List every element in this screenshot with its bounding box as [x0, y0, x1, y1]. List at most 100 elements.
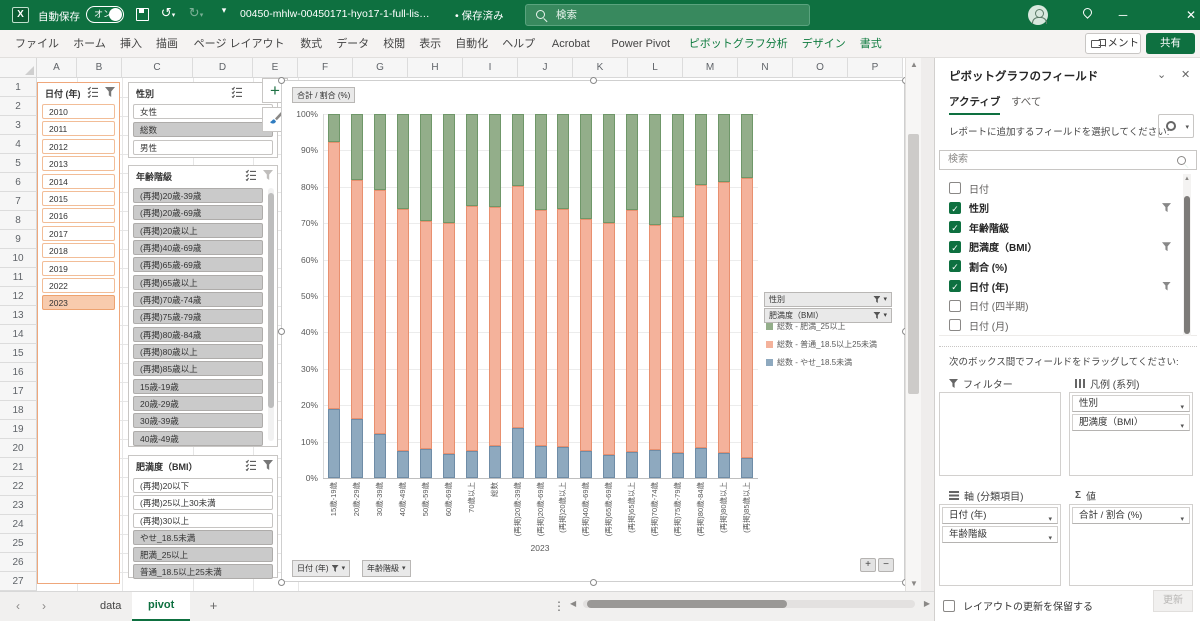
bar-segment[interactable]	[374, 114, 386, 190]
slicer-item-(再掲)20歳以上[interactable]: (再掲)20歳以上	[133, 223, 263, 238]
multiselect-icon[interactable]	[87, 86, 99, 98]
bar-segment[interactable]	[603, 114, 615, 223]
tab-active[interactable]: アクティブ	[949, 94, 1000, 115]
axis-area-box[interactable]: 日付 (年)▾年齢階級▾	[939, 504, 1061, 586]
slicer-age-scrollbar[interactable]	[268, 188, 274, 441]
select-all-corner[interactable]	[0, 58, 37, 78]
slicer-gender[interactable]: 性別 女性総数男性	[128, 82, 278, 158]
scroll-up-icon[interactable]: ▲	[1183, 174, 1191, 184]
selection-handle[interactable]	[590, 579, 597, 586]
update-button[interactable]: 更新	[1153, 590, 1193, 612]
restore-button[interactable]	[1140, 0, 1174, 30]
bar-segment[interactable]	[397, 451, 409, 478]
column-header-O[interactable]: O	[793, 58, 848, 78]
slicer-item-2017[interactable]: 2017	[42, 226, 115, 241]
slicer-item-2019[interactable]: 2019	[42, 261, 115, 276]
row-header-18[interactable]: 18	[0, 401, 37, 420]
defer-checkbox[interactable]	[943, 600, 955, 612]
customize-toolbar-icon[interactable]: ▾	[214, 5, 234, 16]
scroll-left-icon[interactable]: ◀	[570, 599, 576, 608]
autosave-toggle[interactable]: オン	[86, 6, 124, 23]
share-button[interactable]: 共有	[1146, 33, 1195, 54]
comments-button[interactable]: コメント	[1085, 33, 1141, 54]
save-icon[interactable]	[136, 8, 149, 21]
slicer-age[interactable]: 年齢階級 (再掲)20歳-39歳(再掲)20歳-69歳(再掲)20歳以上(再掲)…	[128, 165, 278, 447]
slicer-item-2022[interactable]: 2022	[42, 278, 115, 293]
column-header-C[interactable]: C	[122, 58, 193, 78]
bar-segment[interactable]	[535, 114, 547, 210]
row-header-15[interactable]: 15	[0, 344, 37, 363]
slicer-item-(再掲)40歳-69歳[interactable]: (再掲)40歳-69歳	[133, 240, 263, 255]
legend-area-box[interactable]: 性別▾肥満度（BMI）▾	[1069, 392, 1193, 476]
bar-segment[interactable]	[397, 209, 409, 451]
column-header-A[interactable]: A	[37, 58, 77, 78]
bar-segment[interactable]	[580, 219, 592, 452]
bar-segment[interactable]	[512, 114, 524, 186]
row-header-17[interactable]: 17	[0, 382, 37, 401]
bar-segment[interactable]	[420, 114, 432, 221]
slicer-item-2015[interactable]: 2015	[42, 191, 115, 206]
ribbon-tab-表示[interactable]: 表示	[414, 30, 446, 58]
pivot-chart[interactable]: 合計 / 割合 (%) 0%10%20%30%40%50%60%70%80%90…	[281, 80, 905, 582]
field-checkbox[interactable]: ✓	[949, 202, 961, 214]
value-field-button[interactable]: 合計 / 割合 (%)	[292, 87, 355, 103]
dropdown-icon[interactable]: ▾	[1048, 531, 1052, 546]
column-header-F[interactable]: F	[298, 58, 353, 78]
bar-segment[interactable]	[741, 114, 753, 178]
slicer-item-(再掲)75歳-79歳[interactable]: (再掲)75歳-79歳	[133, 309, 263, 324]
row-header-14[interactable]: 14	[0, 325, 37, 344]
bar-segment[interactable]	[420, 449, 432, 478]
filters-area-box[interactable]	[939, 392, 1061, 476]
ribbon-tab-データ[interactable]: データ	[331, 30, 374, 58]
filter-icon[interactable]	[1162, 203, 1171, 212]
slicer-item-(再掲)80歳以上[interactable]: (再掲)80歳以上	[133, 344, 263, 359]
field-row-日付 (四半期)[interactable]: 日付 (四半期)	[939, 296, 1179, 316]
slicer-date-year[interactable]: 日付 (年) ✕ 2010201120122013201420152016201…	[37, 82, 120, 584]
bar-segment[interactable]	[374, 434, 386, 478]
row-header-1[interactable]: 1	[0, 78, 37, 97]
bar-segment[interactable]	[466, 114, 478, 206]
bar-segment[interactable]	[512, 186, 524, 428]
bar-segment[interactable]	[466, 451, 478, 478]
bar-segment[interactable]	[557, 447, 569, 478]
tools-button[interactable]: ▾	[1158, 114, 1194, 138]
bar-segment[interactable]	[741, 458, 753, 478]
slicer-item-2010[interactable]: 2010	[42, 104, 115, 119]
bar-segment[interactable]	[741, 178, 753, 457]
bar-segment[interactable]	[557, 114, 569, 209]
field-checkbox[interactable]: ✓	[949, 241, 961, 253]
scroll-right-icon[interactable]: ▶	[924, 599, 930, 608]
row-header-4[interactable]: 4	[0, 135, 37, 154]
column-header-I[interactable]: I	[463, 58, 518, 78]
bar-segment[interactable]	[649, 450, 661, 478]
bar-segment[interactable]	[351, 114, 363, 180]
collapse-field-button[interactable]: −	[878, 558, 894, 572]
slicer-item-2014[interactable]: 2014	[42, 174, 115, 189]
row-header-22[interactable]: 22	[0, 477, 37, 496]
row-header-10[interactable]: 10	[0, 249, 37, 268]
field-checkbox[interactable]: ✓	[949, 221, 961, 233]
row-header-25[interactable]: 25	[0, 534, 37, 553]
field-checkbox[interactable]	[949, 182, 961, 194]
bar-segment[interactable]	[603, 223, 615, 456]
dropdown-icon[interactable]: ▾	[1180, 512, 1184, 527]
ribbon-tab-ピボットグラフ分析[interactable]: ピボットグラフ分析	[684, 30, 793, 58]
row-header-5[interactable]: 5	[0, 154, 37, 173]
bar-segment[interactable]	[672, 114, 684, 217]
bar-segment[interactable]	[672, 217, 684, 453]
excel-app-icon[interactable]: X	[12, 7, 29, 23]
slicer-item-2011[interactable]: 2011	[42, 121, 115, 136]
saved-status[interactable]: • 保存済み	[455, 8, 504, 23]
bar-segment[interactable]	[695, 185, 707, 448]
search-box[interactable]: 検索	[525, 4, 810, 26]
close-pane-icon[interactable]: ✕	[1181, 68, 1190, 81]
clear-filter-icon[interactable]: ✕	[105, 87, 115, 97]
ribbon-tab-ページ レイアウト[interactable]: ページ レイアウト	[187, 30, 291, 58]
legend-field-button-性別[interactable]: 性別▾	[764, 292, 892, 307]
dropdown-icon[interactable]: ▾	[1180, 419, 1184, 434]
bar-segment[interactable]	[535, 210, 547, 445]
slicer-item-(再掲)80歳-84歳[interactable]: (再掲)80歳-84歳	[133, 327, 263, 342]
bar-segment[interactable]	[420, 221, 432, 450]
row-header-12[interactable]: 12	[0, 287, 37, 306]
ribbon-tab-デザイン[interactable]: デザイン	[797, 30, 851, 58]
